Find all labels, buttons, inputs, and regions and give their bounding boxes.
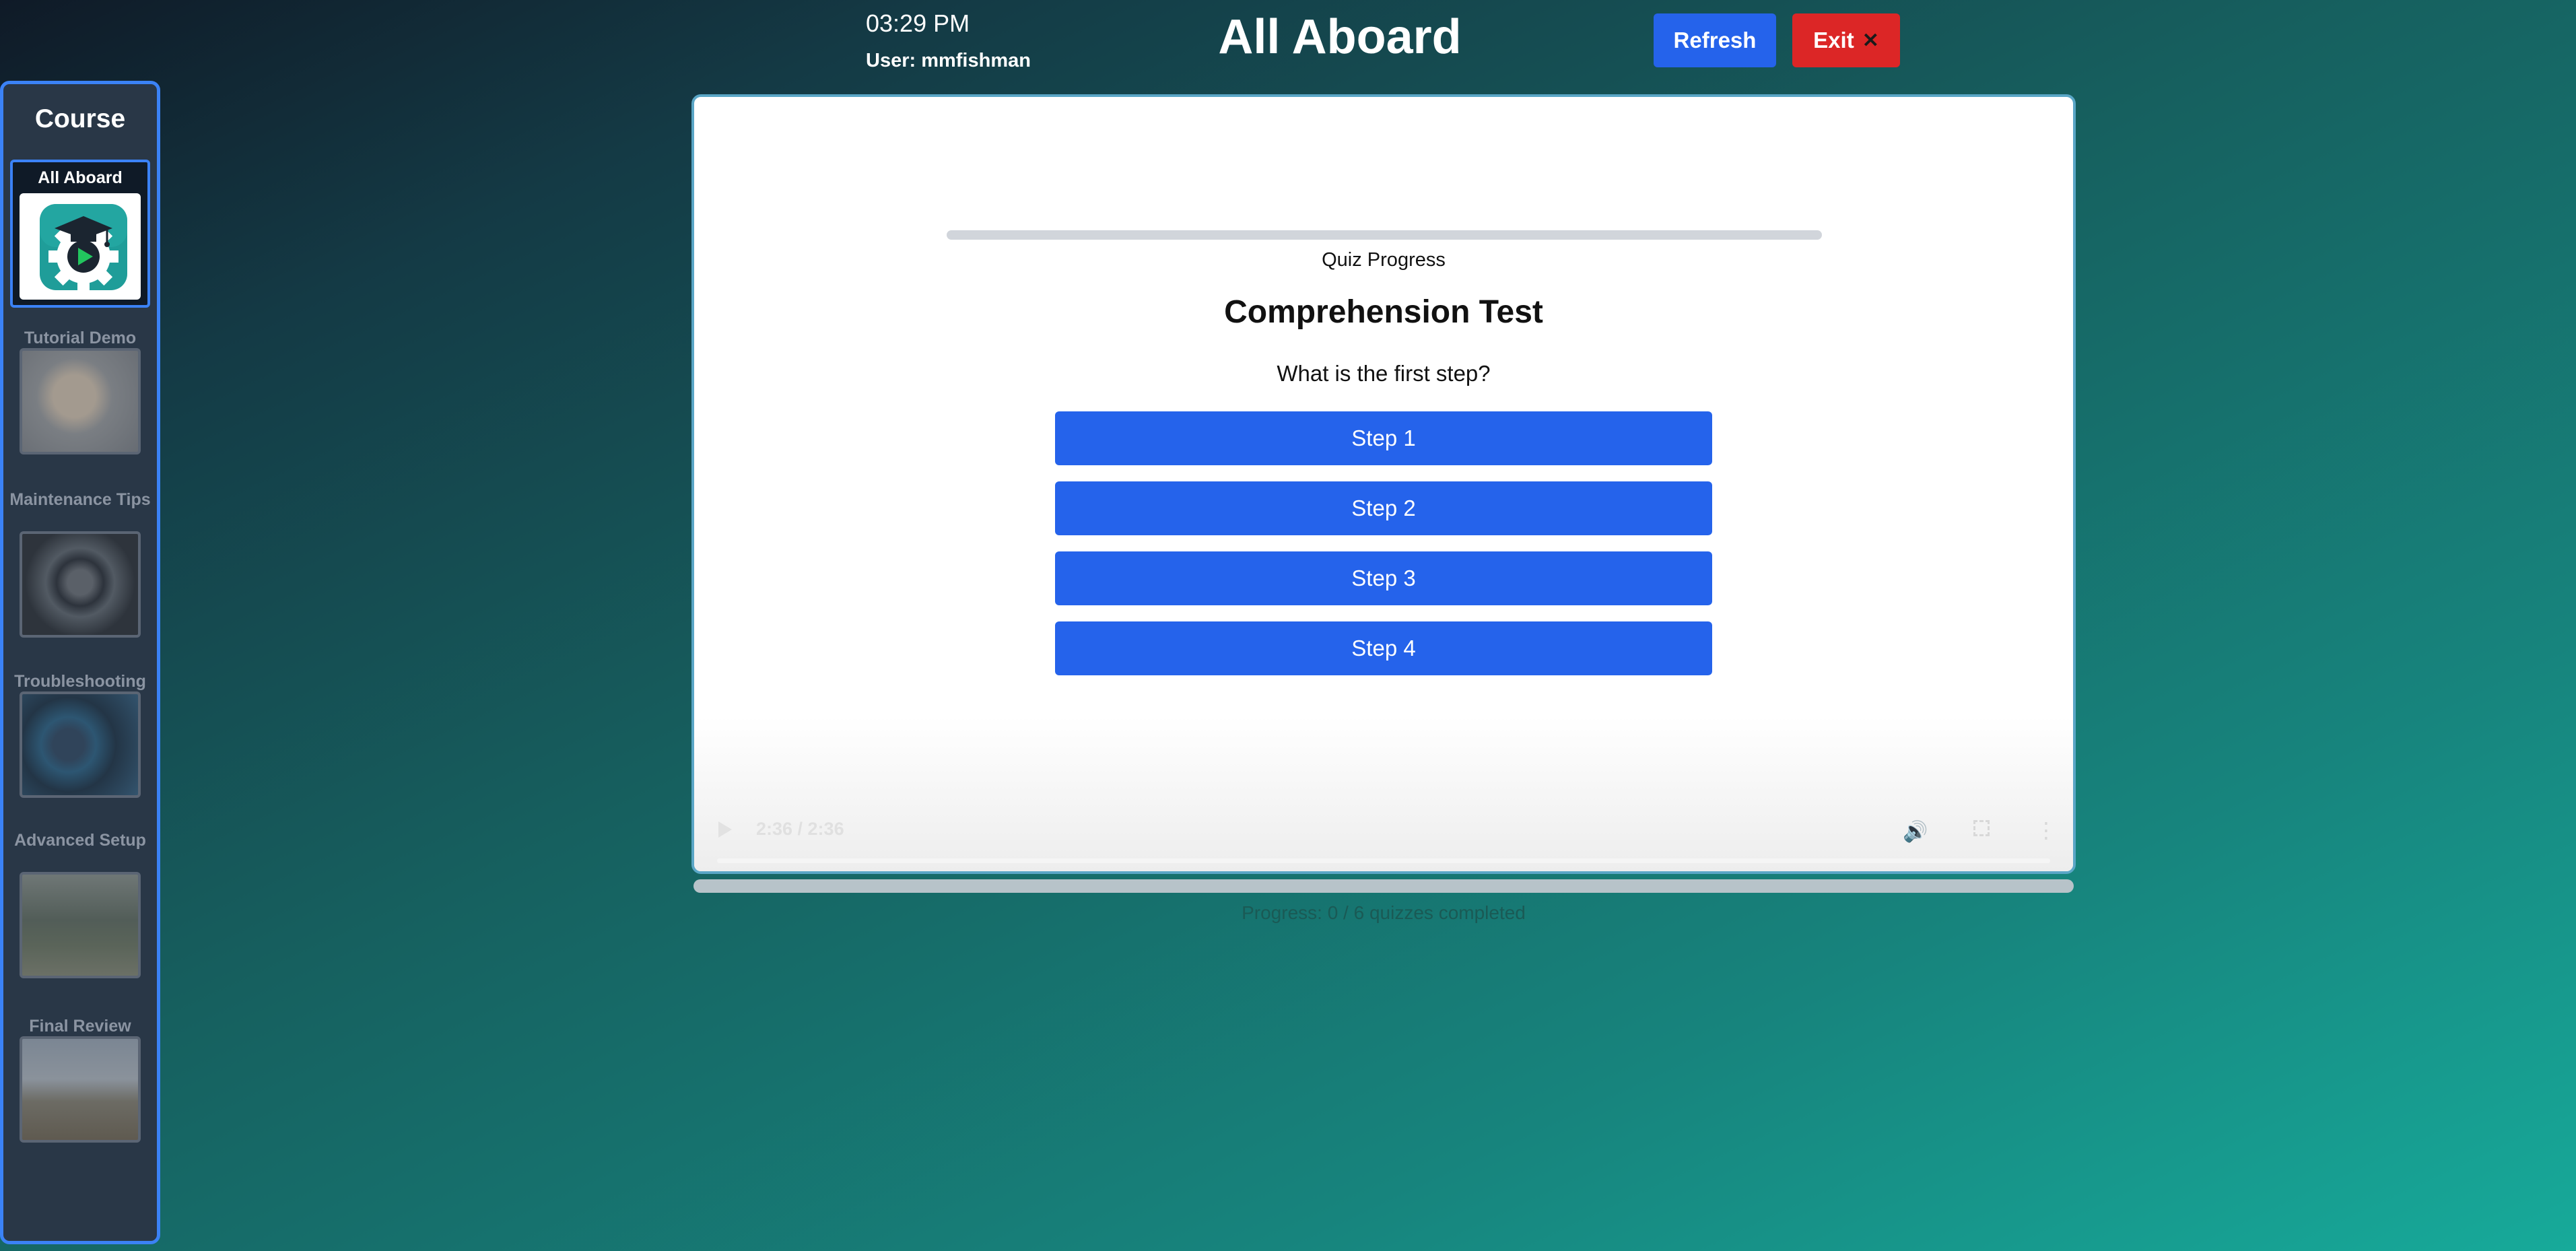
course-thumbnail [20, 1036, 141, 1143]
sidebar-item-all-aboard[interactable]: All Aboard [3, 160, 157, 309]
course-progress-bar [693, 879, 2074, 893]
page-title: All Aboard [1218, 10, 1462, 64]
user-label: User: mmfishman [866, 50, 1031, 71]
volume-icon[interactable]: 🔊 [1903, 820, 1928, 844]
quiz-title: Comprehension Test [1224, 294, 1543, 330]
exit-button[interactable]: Exit ✕ [1792, 13, 1900, 67]
sidebar-title: Course [34, 104, 126, 133]
quiz-progress-bar [947, 230, 1822, 240]
quiz-progress-label: Quiz Progress [1322, 249, 1446, 271]
video-time: 2:36 / 2:36 [756, 819, 844, 839]
close-icon: ✕ [1862, 29, 1879, 52]
course-thumbnail [20, 691, 141, 798]
exit-button-label: Exit [1813, 28, 1854, 53]
sidebar-item-label: Troubleshooting [14, 672, 146, 691]
sidebar-item-label: Maintenance Tips [9, 490, 151, 509]
sidebar-item-troubleshooting[interactable]: Troubleshooting [3, 671, 157, 806]
course-thumbnail [20, 872, 141, 978]
course-thumbnail [20, 348, 141, 454]
refresh-button[interactable]: Refresh [1654, 13, 1776, 67]
quiz-question: What is the first step? [1277, 361, 1491, 386]
sidebar-item-label: Final Review [29, 1017, 131, 1036]
video-player: Quiz Progress Comprehension Test What is… [691, 94, 2076, 874]
sidebar-item-maintenance-tips[interactable]: Maintenance Tips [3, 489, 157, 638]
course-thumbnail [20, 531, 141, 638]
more-vertical-icon[interactable]: ⋮ [2035, 817, 2057, 843]
answer-button[interactable]: Step 2 [1055, 481, 1712, 535]
course-sidebar: Course All Aboard Tutorial Demo Maintena… [0, 81, 160, 1244]
sidebar-item-label: All Aboard [38, 168, 123, 187]
play-icon[interactable] [718, 821, 732, 838]
answer-button[interactable]: Step 4 [1055, 621, 1712, 675]
sidebar-item-advanced-setup[interactable]: Advanced Setup [3, 830, 157, 999]
course-app-icon [40, 204, 127, 292]
sidebar-item-label: Advanced Setup [14, 831, 146, 850]
video-controls: 2:36 / 2:36 🔊 ⋮ [694, 797, 2073, 871]
course-thumbnail [20, 193, 141, 300]
answer-button[interactable]: Step 1 [1055, 411, 1712, 465]
refresh-button-label: Refresh [1673, 28, 1757, 53]
clock: 03:29 PM [866, 9, 970, 37]
video-seek-bar[interactable] [717, 858, 2050, 863]
sidebar-item-final-review[interactable]: Final Review [3, 1016, 157, 1164]
answer-button[interactable]: Step 3 [1055, 551, 1712, 605]
sidebar-item-label: Tutorial Demo [24, 329, 137, 347]
fullscreen-icon[interactable] [1973, 820, 1990, 836]
sidebar-item-tutorial-demo[interactable]: Tutorial Demo [3, 328, 157, 456]
course-progress-text: Progress: 0 / 6 quizzes completed [1242, 902, 1526, 923]
